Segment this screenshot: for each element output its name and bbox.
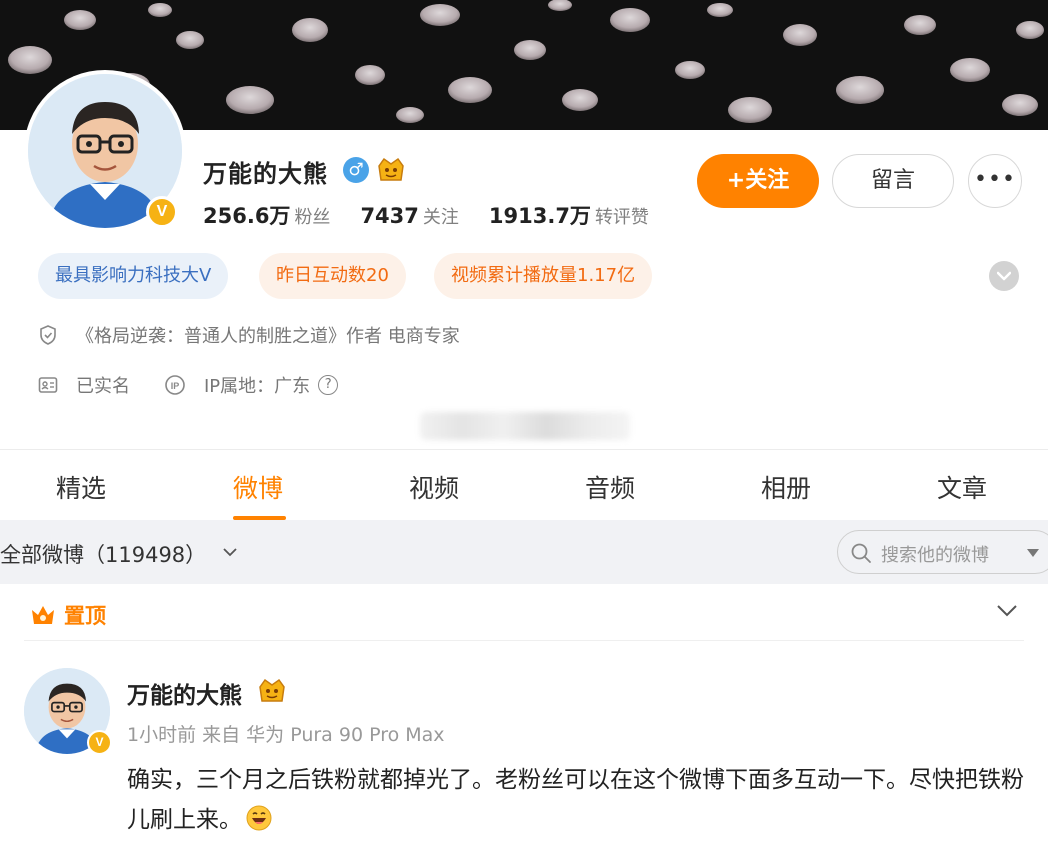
followers-count[interactable]: 256.6万	[203, 200, 290, 230]
profile-name: 万能的大熊	[203, 160, 328, 188]
interactions-label: 转评赞	[594, 207, 649, 228]
tab-album[interactable]: 相册	[761, 469, 811, 505]
pinned-label: 置顶	[64, 604, 106, 628]
ip-location-text: IP属地：广东	[204, 376, 311, 397]
identity-line: 已实名 IP IP属地：广东 ?	[38, 372, 339, 398]
divider	[0, 449, 1048, 450]
post-text: 确实，三个月之后铁粉就都掉光了。老粉丝可以在这个微博下面多互动一下。尽快把铁粉儿…	[127, 760, 1032, 840]
post-meta[interactable]: 1小时前 来自 华为 Pura 90 Pro Max	[127, 720, 445, 747]
tab-weibo[interactable]: 微博	[233, 469, 283, 505]
verified-badge-icon: V	[146, 196, 178, 228]
video-views-tag[interactable]: 视频累计播放量1.17亿	[434, 253, 653, 299]
blurred-region	[420, 412, 630, 440]
crown-icon	[32, 606, 54, 624]
tab-featured[interactable]: 精选	[56, 469, 106, 505]
more-options-button[interactable]: •••	[968, 154, 1022, 208]
chevron-down-icon	[997, 271, 1011, 281]
fan-level-badge-icon	[378, 157, 404, 181]
id-card-icon	[38, 377, 58, 393]
message-button[interactable]: 留言	[832, 154, 954, 208]
ip-location-icon: IP	[165, 375, 185, 395]
interactions-count: 1913.7万	[488, 204, 591, 228]
search-icon	[851, 543, 871, 563]
expand-profile-button[interactable]	[989, 261, 1019, 291]
bio-line: 《格局逆袭：普通人的制胜之道》作者 电商专家	[38, 322, 460, 348]
svg-text:IP: IP	[171, 381, 180, 391]
chevron-down-icon[interactable]	[996, 604, 1018, 618]
bio-text: 《格局逆袭：普通人的制胜之道》作者 电商专家	[76, 326, 460, 347]
following-count[interactable]: 7437	[360, 204, 418, 228]
divider	[24, 640, 1024, 641]
influence-tag[interactable]: 最具影响力科技大V	[38, 253, 229, 299]
post-author-name[interactable]: 万能的大熊	[127, 676, 242, 710]
pinned-header: 置顶	[30, 600, 106, 630]
interaction-tag[interactable]: 昨日互动数20	[259, 253, 406, 299]
search-input[interactable]: 搜索他的微博	[881, 541, 989, 567]
chevron-down-icon[interactable]	[222, 547, 238, 557]
tab-articles[interactable]: 文章	[937, 469, 987, 505]
filter-bar: 全部微博（119498） 搜索他的微博	[0, 520, 1048, 584]
all-posts-dropdown[interactable]: 全部微博（119498）	[0, 539, 206, 569]
followers-label[interactable]: 粉丝	[294, 203, 330, 229]
verified-badge-icon: V	[87, 730, 112, 755]
profile-stats: 256.6万 粉丝 7437 关注 1913.7万 转评赞	[203, 200, 679, 230]
follow-button[interactable]: +关注	[697, 154, 819, 208]
laughing-emoji-icon	[246, 805, 272, 831]
following-label[interactable]: 关注	[423, 203, 459, 229]
fan-level-badge-icon	[259, 678, 285, 702]
help-icon[interactable]: ?	[318, 375, 339, 395]
post-search-box[interactable]: 搜索他的微博	[837, 530, 1048, 574]
shield-icon	[40, 325, 56, 345]
male-gender-icon: ♂	[343, 157, 369, 183]
tab-audio[interactable]: 音频	[585, 469, 635, 505]
tab-video[interactable]: 视频	[409, 469, 459, 505]
caret-down-icon[interactable]	[1026, 548, 1040, 558]
realname-text: 已实名	[76, 376, 130, 397]
ip-location: IP IP属地：广东 ?	[164, 372, 339, 398]
